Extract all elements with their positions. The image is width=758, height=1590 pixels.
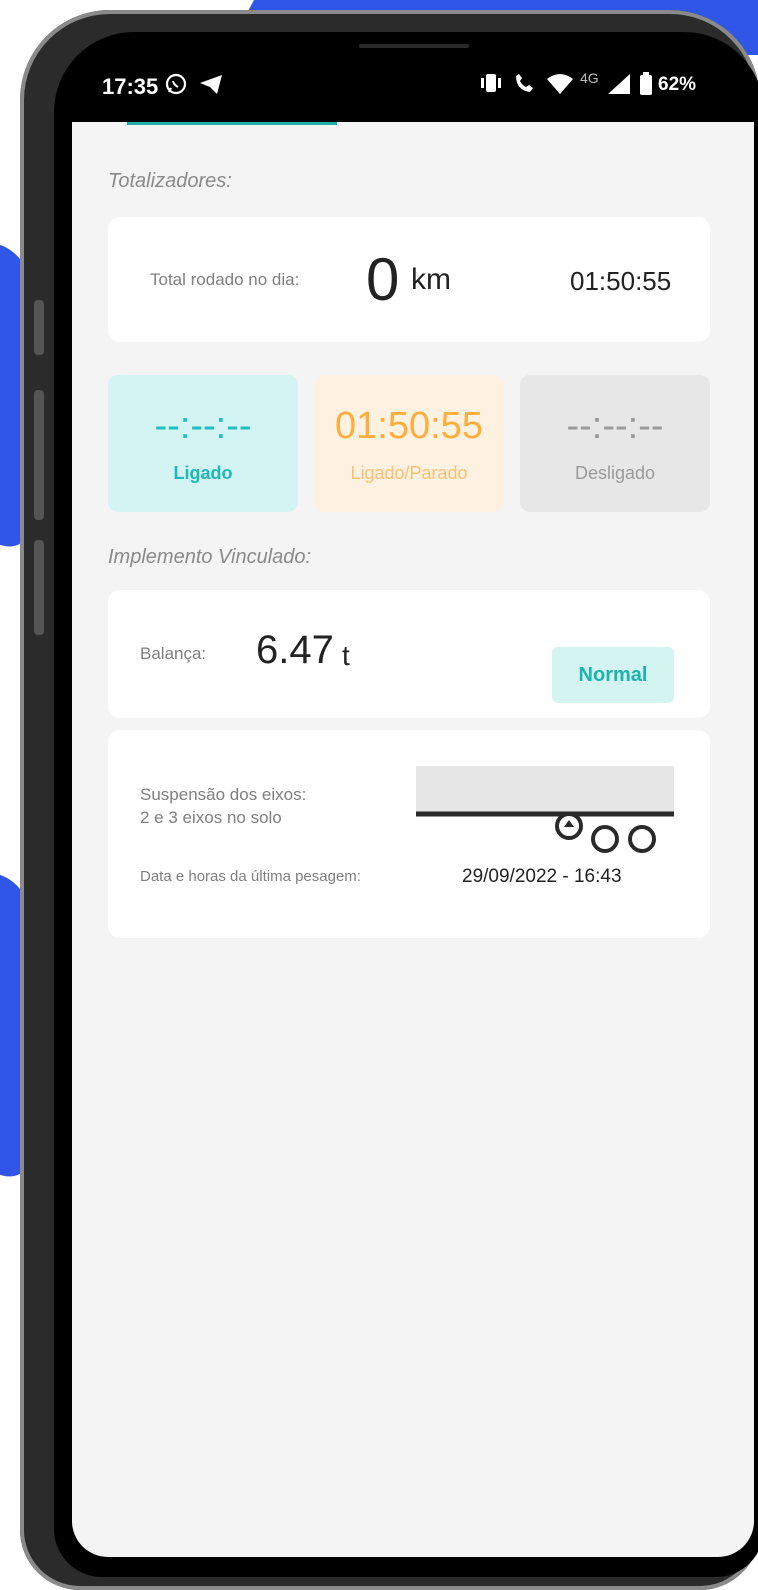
trailer-body-shape (416, 766, 674, 814)
status-bar: 17:35 4G 62% (54, 32, 758, 122)
suspension-status: 2 e 3 eixos no solo (140, 808, 282, 827)
scale-value: 6.47 (256, 628, 334, 672)
section-title-implemento: Implemento Vinculado: (108, 546, 312, 568)
axle-3-wheel (628, 825, 656, 853)
telegram-icon (198, 72, 224, 102)
tab-indicator (127, 122, 337, 125)
total-distance-value: 0 (366, 246, 400, 313)
signal-icon (606, 72, 632, 102)
suspension-label: Suspensão dos eixos: (140, 785, 307, 804)
phone-side-button (34, 390, 44, 520)
wifi-icon (546, 72, 574, 102)
phone-screen: 17:35 4G 62% Totalizadores: Total rodado… (54, 32, 758, 1577)
battery-percent: 62% (658, 74, 697, 95)
state-ligado-parado-label: Ligado/Parado (350, 463, 468, 483)
state-desligado-card: --:--:-- Desligado (520, 375, 710, 512)
phone-side-button (34, 300, 44, 355)
status-badge: Normal (552, 647, 674, 703)
last-weigh-value: 29/09/2022 - 16:43 (462, 866, 622, 887)
scale-label: Balança: (140, 644, 207, 663)
total-distance-label: Total rodado no dia: (150, 270, 300, 289)
app-content: Totalizadores: Total rodado no dia: 0 km… (72, 122, 754, 1557)
phone-side-button (34, 540, 44, 635)
vibrate-icon (479, 72, 503, 100)
state-ligado-label: Ligado (173, 463, 233, 483)
scale-unit: t (342, 640, 350, 671)
state-ligado-parado-card: 01:50:55 Ligado/Parado (314, 375, 504, 512)
battery-icon (639, 72, 653, 102)
state-ligado-card: --:--:-- Ligado (108, 375, 298, 512)
section-title-totalizadores: Totalizadores: (108, 170, 232, 192)
phone-frame: 17:35 4G 62% Totalizadores: Total rodado… (20, 10, 758, 1590)
total-distance-card: Total rodado no dia: 0 km 01:50:55 (108, 217, 710, 342)
total-distance-unit: km (411, 263, 451, 296)
last-weigh-label: Data e horas da última pesagem: (140, 868, 361, 885)
whatsapp-icon (164, 72, 188, 102)
suspension-card: Suspensão dos eixos: 2 e 3 eixos no solo… (108, 730, 710, 938)
axle-diagram (416, 766, 674, 858)
state-desligado-value: --:--:-- (566, 405, 664, 447)
state-ligado-parado-value: 01:50:55 (335, 405, 483, 447)
status-time: 17:35 (102, 74, 159, 99)
call-icon (512, 72, 540, 102)
state-desligado-label: Desligado (574, 463, 656, 483)
axle-2-wheel (591, 825, 619, 853)
network-type-label: 4G (580, 70, 599, 86)
state-ligado-value: --:--:-- (154, 405, 252, 447)
total-time-value: 01:50:55 (570, 266, 672, 296)
